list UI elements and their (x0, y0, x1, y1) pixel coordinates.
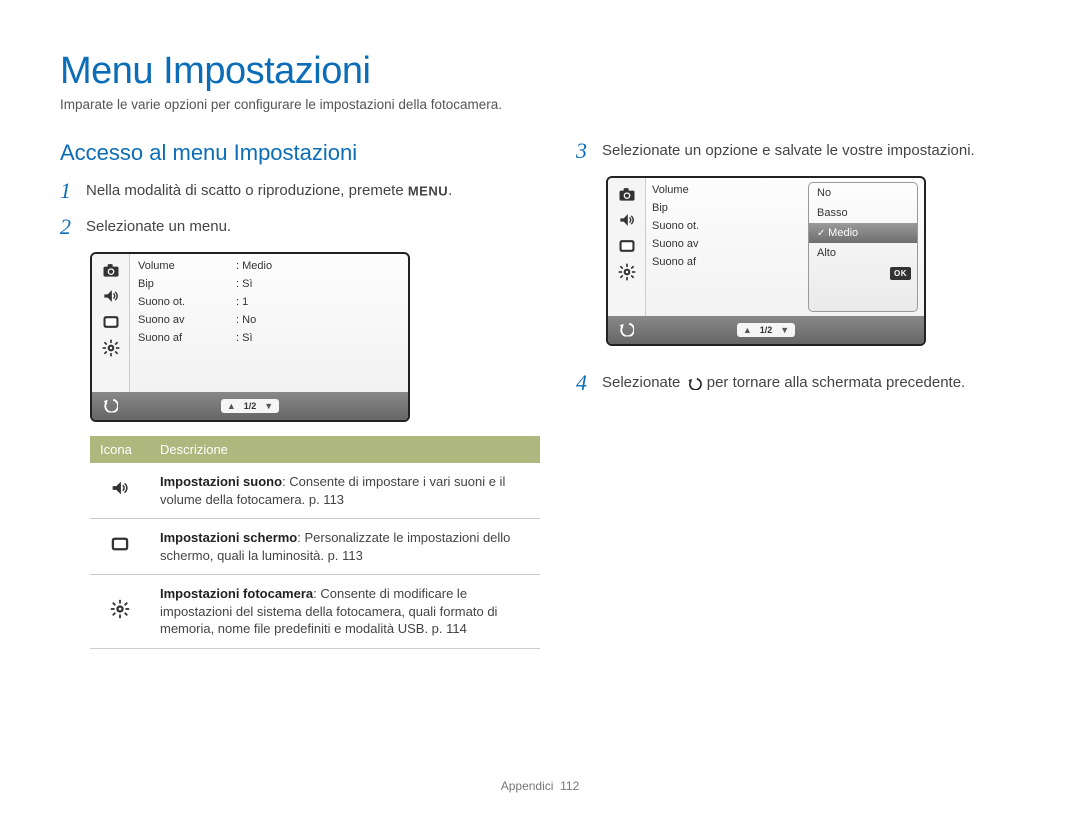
sound-icon (90, 463, 150, 519)
pager[interactable]: ▲ 1/2 ▼ (221, 399, 279, 413)
row-title: Impostazioni fotocamera (160, 586, 313, 601)
screen-icon (101, 312, 121, 332)
step-3: 3 Selezionate un opzione e salvate le vo… (576, 140, 1020, 162)
section-heading: Accesso al menu Impostazioni (60, 140, 540, 166)
item-label: Suono av (652, 238, 750, 250)
item-label: Volume (138, 260, 236, 272)
option-item-selected[interactable]: Medio (809, 223, 917, 243)
list-item[interactable]: Suono ot.1 (138, 296, 400, 308)
item-value: 1 (236, 296, 248, 308)
table-cell-description: Impostazioni schermo: Personalizzate le … (150, 519, 540, 575)
chevron-down-icon[interactable]: ▼ (780, 325, 789, 335)
page-subtitle: Imparate le varie opzioni per configurar… (60, 97, 1020, 112)
option-panel: No Basso Medio Alto OK (808, 182, 918, 312)
item-value: No (236, 314, 256, 326)
camera-footer: ▲ 1/2 ▼ (92, 392, 408, 420)
step-number: 1 (60, 180, 86, 202)
item-label: Volume (652, 184, 750, 196)
chevron-up-icon[interactable]: ▲ (743, 325, 752, 335)
option-item[interactable]: No (809, 183, 917, 203)
camera-icon (101, 260, 121, 280)
back-icon[interactable] (102, 397, 118, 416)
row-title: Impostazioni suono (160, 474, 282, 489)
option-item[interactable]: Basso (809, 203, 917, 223)
sound-icon (617, 210, 637, 230)
item-label: Suono ot. (652, 220, 750, 232)
list-item[interactable]: Suono afSì (138, 332, 400, 344)
step-text: Selezionate un opzione e salvate le vost… (602, 140, 975, 159)
camera-icon (617, 184, 637, 204)
list-item[interactable]: Suono av (652, 238, 802, 250)
step-2: 2 Selezionate un menu. (60, 216, 540, 238)
step-text: Selezionate per tornare alla schermata p… (602, 372, 965, 391)
page-footer: Appendici 112 (0, 779, 1080, 793)
list-item[interactable]: Suono avNo (138, 314, 400, 326)
menu-button-label: MENU (408, 184, 448, 199)
right-column: 3 Selezionate un opzione e salvate le vo… (576, 140, 1020, 649)
table-cell-description: Impostazioni suono: Consente di impostar… (150, 463, 540, 519)
list-item[interactable]: Suono ot. (652, 220, 802, 232)
option-item[interactable]: Alto (809, 243, 917, 263)
step-number: 3 (576, 140, 602, 162)
camera-sidebar (92, 254, 130, 392)
step-text: Selezionate un menu. (86, 216, 231, 235)
screen-icon (617, 236, 637, 256)
page-title: Menu Impostazioni (60, 50, 1020, 93)
camera-screen-option: Volume Bip Suono ot. Suono av Suono af N… (606, 176, 926, 346)
item-value: Sì (236, 278, 253, 290)
screen-icon (90, 519, 150, 575)
footer-label: Appendici (501, 779, 554, 793)
item-label: Bip (652, 202, 750, 214)
row-title: Impostazioni schermo (160, 530, 297, 545)
gear-icon (101, 338, 121, 358)
chevron-down-icon[interactable]: ▼ (264, 401, 273, 411)
sound-icon (101, 286, 121, 306)
step-text: Nella modalità di scatto o riproduzione,… (86, 180, 452, 199)
icon-description-table: Icona Descrizione Impostazioni suono: Co… (90, 436, 540, 649)
step-text-fragment: . (448, 182, 452, 199)
step-1: 1 Nella modalità di scatto o riproduzion… (60, 180, 540, 202)
camera-menu-list: VolumeMedio BipSì Suono ot.1 Suono avNo … (130, 254, 408, 392)
page-indicator: 1/2 (244, 401, 257, 411)
table-header-description: Descrizione (150, 436, 540, 463)
item-label: Suono af (138, 332, 236, 344)
camera-footer: ▲ 1/2 ▼ (608, 316, 924, 344)
item-label: Suono ot. (138, 296, 236, 308)
list-item[interactable]: BipSì (138, 278, 400, 290)
table-cell-description: Impostazioni fotocamera: Consente di mod… (150, 575, 540, 649)
page-indicator: 1/2 (760, 325, 773, 335)
step-4: 4 Selezionate per tornare alla schermata… (576, 372, 1020, 394)
step-text-fragment: Nella modalità di scatto o riproduzione,… (86, 182, 408, 199)
table-row: Impostazioni schermo: Personalizzate le … (90, 519, 540, 575)
pager[interactable]: ▲ 1/2 ▼ (737, 323, 795, 337)
table-row: Impostazioni fotocamera: Consente di mod… (90, 575, 540, 649)
table-row: Impostazioni suono: Consente di impostar… (90, 463, 540, 519)
step-number: 2 (60, 216, 86, 238)
ok-button[interactable]: OK (890, 267, 911, 280)
list-item[interactable]: Bip (652, 202, 802, 214)
camera-screen-menu: VolumeMedio BipSì Suono ot.1 Suono avNo … (90, 252, 410, 422)
item-label: Bip (138, 278, 236, 290)
list-item[interactable]: VolumeMedio (138, 260, 400, 272)
list-item[interactable]: Volume (652, 184, 802, 196)
step-text-fragment: per tornare alla schermata precedente. (703, 374, 966, 391)
camera-sidebar (608, 178, 646, 316)
gear-icon (90, 575, 150, 649)
back-arrow-icon (685, 376, 703, 390)
step-number: 4 (576, 372, 602, 394)
item-value: Sì (236, 332, 253, 344)
table-header-icon: Icona (90, 436, 150, 463)
camera-menu-list: Volume Bip Suono ot. Suono av Suono af (646, 178, 808, 316)
gear-icon (617, 262, 637, 282)
chevron-up-icon[interactable]: ▲ (227, 401, 236, 411)
step-text-fragment: Selezionate (602, 374, 685, 391)
item-label: Suono av (138, 314, 236, 326)
footer-page: 112 (560, 779, 579, 793)
item-value: Medio (236, 260, 272, 272)
back-icon[interactable] (618, 321, 634, 340)
left-column: Accesso al menu Impostazioni 1 Nella mod… (60, 140, 540, 649)
item-label: Suono af (652, 256, 750, 268)
list-item[interactable]: Suono af (652, 256, 802, 268)
